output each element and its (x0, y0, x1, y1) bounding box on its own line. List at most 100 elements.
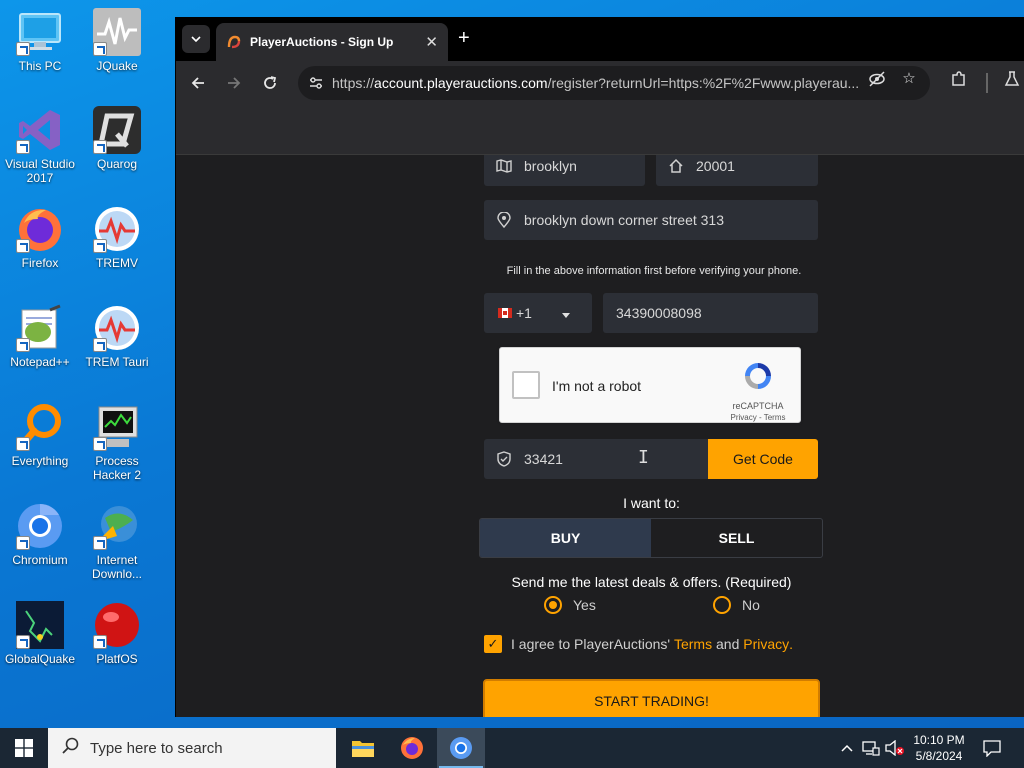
want-to-label: I want to: (623, 495, 680, 511)
start-trading-button[interactable]: START TRADING! (483, 679, 820, 717)
desktop-icon-notepadpp[interactable]: Notepad++ (0, 304, 80, 369)
chromium-icon (450, 737, 472, 759)
shortcut-arrow-icon (93, 42, 107, 56)
desktop-icon-firefox[interactable]: Firefox (0, 205, 80, 270)
desktop-icon-label: Quarog (96, 157, 138, 171)
recaptcha-brand-text: reCAPTCHA (732, 401, 784, 411)
deals-label: Send me the latest deals & offers. (Requ… (511, 574, 792, 590)
location-pin-icon (484, 212, 524, 228)
desktop-icon-label: TREMV (96, 256, 138, 270)
deals-no-radio[interactable]: No (713, 596, 760, 614)
phone-number-field[interactable]: 34390008098 (603, 293, 818, 333)
playerauctions-favicon-icon (226, 34, 242, 50)
windows-logo-icon (15, 739, 33, 757)
site-settings-icon[interactable] (308, 75, 324, 91)
desktop-icon-globalquake[interactable]: GlobalQuake (0, 601, 80, 666)
desktop-icon-internet-download-manager[interactable]: Internet Downlo... (77, 502, 157, 581)
address-bar[interactable]: https://account.playerauctions.com/regis… (298, 66, 930, 100)
notification-center-icon[interactable] (980, 728, 1004, 768)
close-icon[interactable]: ✕ (425, 33, 438, 51)
process-hacker-icon (93, 403, 141, 451)
show-hidden-icons-chevron-icon[interactable] (838, 728, 856, 768)
quarog-icon (93, 106, 141, 154)
shortcut-arrow-icon (93, 635, 107, 649)
jquake-icon (93, 8, 141, 56)
desktop-icon-chromium[interactable]: Chromium (0, 502, 80, 567)
tab-search-button[interactable] (182, 25, 210, 53)
shortcut-arrow-icon (16, 42, 30, 56)
labs-flask-icon[interactable] (1003, 70, 1021, 88)
page-content: brooklyn 20001 brooklyn down corner stre… (176, 155, 1024, 717)
agree-suffix-text: . (789, 636, 794, 652)
caret-down-icon (561, 305, 570, 321)
firefox-icon (16, 205, 64, 253)
country-code-select[interactable]: +1 (484, 293, 592, 333)
visual-studio-icon (16, 106, 64, 154)
internet-download-manager-icon (93, 502, 141, 550)
buy-sell-toggle: BUY SELL (479, 518, 823, 558)
desktop-icon-label: Internet Downlo... (91, 553, 143, 581)
buy-option-button[interactable]: BUY (480, 519, 651, 557)
terms-checkbox[interactable]: ✓ (484, 635, 502, 653)
desktop-icon-jquake[interactable]: JQuake (77, 8, 157, 73)
tremv-icon (93, 205, 141, 253)
verification-code-field[interactable]: 33421 I (484, 439, 708, 479)
network-icon[interactable] (860, 728, 882, 768)
start-button[interactable] (0, 728, 48, 768)
new-tab-button[interactable]: + (458, 27, 470, 50)
get-code-button[interactable]: Get Code (708, 439, 818, 479)
recaptcha-checkbox[interactable] (512, 371, 540, 399)
address-field[interactable]: brooklyn down corner street 313 (484, 200, 818, 240)
shortcut-arrow-icon (16, 140, 30, 154)
desktop-icon-process-hacker[interactable]: Process Hacker 2 (77, 403, 157, 482)
browser-toolbar: https://account.playerauctions.com/regis… (176, 61, 1024, 105)
desktop-icon-everything[interactable]: Everything (0, 403, 80, 468)
desktop-icon-label: Chromium (12, 553, 68, 567)
taskbar-chromium[interactable] (437, 728, 485, 768)
platfos-icon (93, 601, 141, 649)
shortcut-arrow-icon (16, 338, 30, 352)
desktop-icon-label: This PC (18, 59, 62, 73)
url-prefix: https:// (332, 75, 375, 91)
desktop-icon-label: TREM Tauri (85, 355, 149, 369)
deals-yes-radio[interactable]: Yes (544, 596, 596, 614)
eye-off-icon[interactable] (868, 70, 886, 88)
privacy-link[interactable]: Privacy (743, 636, 789, 652)
taskbar-search-box[interactable]: Type here to search (48, 728, 336, 768)
phone-number-value: 34390008098 (616, 305, 702, 321)
radio-selected-icon (544, 596, 562, 614)
tab-title: PlayerAuctions - Sign Up (250, 35, 394, 49)
back-icon[interactable] (184, 69, 212, 97)
desktop-icon-this-pc[interactable]: This PC (0, 8, 80, 73)
tab-playerauctions[interactable]: PlayerAuctions - Sign Up ✕ (216, 23, 448, 61)
forward-icon[interactable] (220, 69, 248, 97)
desktop-icon-quarog[interactable]: Quarog (77, 106, 157, 171)
terms-link[interactable]: Terms (674, 636, 712, 652)
home-icon (656, 158, 696, 174)
city-field[interactable]: brooklyn (484, 155, 645, 186)
bookmark-star-icon[interactable]: ☆ (900, 70, 918, 88)
phone-hint-text: Fill in the above information first befo… (506, 265, 802, 277)
taskbar-file-explorer[interactable] (339, 728, 387, 768)
recaptcha-label: I'm not a robot (552, 378, 642, 394)
recaptcha-privacy-terms-link[interactable]: Privacy - Terms (726, 413, 790, 422)
desktop-icon-visual-studio[interactable]: Visual Studio 2017 (0, 106, 80, 185)
reload-icon[interactable] (256, 69, 284, 97)
deals-no-label: No (742, 597, 760, 613)
map-icon (484, 159, 524, 173)
volume-muted-icon[interactable] (884, 728, 906, 768)
verification-code-value: 33421 (524, 451, 563, 467)
taskbar-firefox[interactable] (388, 728, 436, 768)
zip-field[interactable]: 20001 (656, 155, 818, 186)
desktop-icon-platfos[interactable]: PlatfOS (77, 601, 157, 666)
desktop-icon-tremv[interactable]: TREMV (77, 205, 157, 270)
taskbar-clock[interactable]: 10:10 PM 5/8/2024 (906, 732, 972, 764)
sell-option-button[interactable]: SELL (651, 519, 822, 557)
country-code-value: +1 (516, 305, 532, 321)
desktop-icon-label: PlatfOS (96, 652, 138, 666)
desktop-icon-trem-tauri[interactable]: TREM Tauri (77, 304, 157, 369)
clock-time: 10:10 PM (913, 733, 965, 747)
shortcut-arrow-icon (16, 239, 30, 253)
zip-value: 20001 (696, 158, 735, 174)
extensions-icon[interactable] (950, 70, 968, 88)
